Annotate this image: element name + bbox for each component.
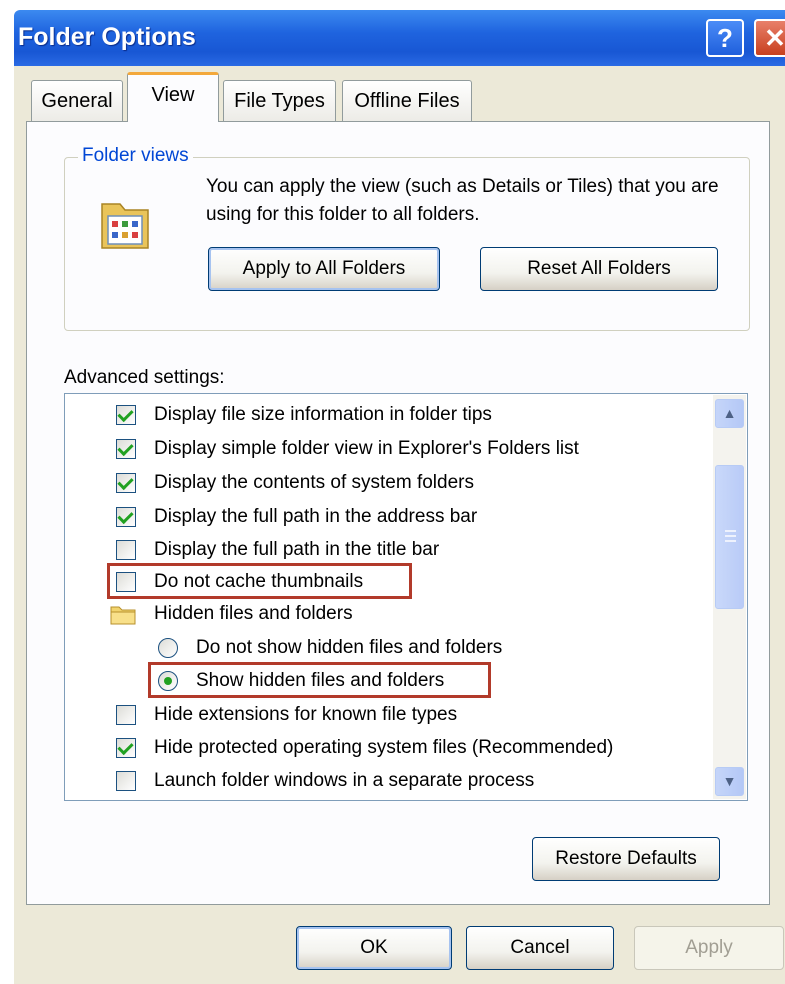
scroll-down-button[interactable]: ▼ xyxy=(715,767,744,796)
folder-options-window: Folder Options ? ✕ General View File Typ… xyxy=(0,0,785,984)
advanced-item-label: Hide extensions for known file types xyxy=(154,704,458,725)
tab-file-types[interactable]: File Types xyxy=(223,80,336,122)
ok-button[interactable]: OK xyxy=(296,926,452,970)
help-button[interactable]: ? xyxy=(706,19,744,57)
checkbox-unchecked[interactable] xyxy=(116,771,136,791)
apply-to-all-folders-button[interactable]: Apply to All Folders xyxy=(208,247,440,291)
advanced-item-label: Launch folder windows in a separate proc… xyxy=(154,770,535,791)
folder-icon xyxy=(110,606,136,625)
checkbox-checked[interactable] xyxy=(116,507,136,527)
advanced-settings-label: Advanced settings: xyxy=(64,367,225,388)
advanced-item-label: Display simple folder view in Explorer's… xyxy=(154,438,579,459)
restore-defaults-button[interactable]: Restore Defaults xyxy=(532,837,720,881)
checkbox-checked[interactable] xyxy=(116,738,136,758)
radio-unselected[interactable] xyxy=(158,638,178,658)
advanced-item-label: Hidden files and folders xyxy=(154,603,353,624)
advanced-item-label: Display the full path in the title bar xyxy=(154,539,440,560)
title-bar[interactable]: Folder Options ? ✕ xyxy=(14,10,785,66)
close-button[interactable]: ✕ xyxy=(754,19,785,57)
scroll-thumb[interactable] xyxy=(715,465,744,609)
checkbox-checked[interactable] xyxy=(116,473,136,493)
vertical-scrollbar[interactable]: ▲ ▼ xyxy=(713,395,746,799)
checkbox-unchecked[interactable] xyxy=(116,540,136,560)
cancel-button[interactable]: Cancel xyxy=(466,926,614,970)
folder-views-description: You can apply the view (such as Details … xyxy=(206,176,719,225)
advanced-item-label: Display the contents of system folders xyxy=(154,472,474,493)
folder-views-icon xyxy=(101,203,149,249)
checkbox-checked[interactable] xyxy=(116,405,136,425)
window-title: Folder Options xyxy=(18,23,196,51)
folder-views-legend: Folder views xyxy=(78,145,193,167)
checkbox-checked[interactable] xyxy=(116,439,136,459)
scroll-up-button[interactable]: ▲ xyxy=(715,399,744,428)
reset-all-folders-button[interactable]: Reset All Folders xyxy=(480,247,718,291)
advanced-item-label: Do not show hidden files and folders xyxy=(196,637,503,658)
tab-offline-files[interactable]: Offline Files xyxy=(342,80,472,122)
tab-general[interactable]: General xyxy=(31,80,123,122)
highlight-box-cache-thumbnails xyxy=(107,563,412,599)
advanced-item-label: Hide protected operating system files (R… xyxy=(154,737,614,758)
advanced-item-label: Display file size information in folder … xyxy=(154,404,492,425)
apply-button[interactable]: Apply xyxy=(634,926,784,970)
checkbox-unchecked[interactable] xyxy=(116,705,136,725)
advanced-item-label: Display the full path in the address bar xyxy=(154,506,478,527)
tab-view[interactable]: View xyxy=(127,72,219,122)
highlight-box-show-hidden xyxy=(148,662,491,698)
